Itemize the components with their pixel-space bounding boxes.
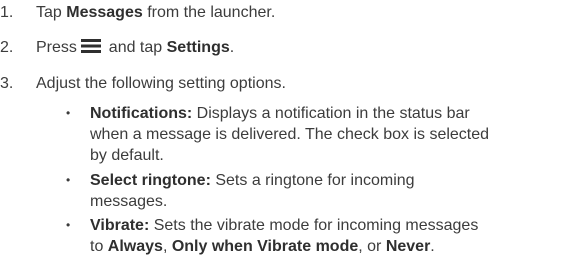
settings-label: Settings: [166, 39, 230, 56]
option-never: Never: [385, 238, 431, 255]
bullet-text: Select ringtone: Sets a ringtone for inc…: [90, 172, 415, 210]
option-always: Always: [107, 238, 163, 255]
option-only-when-vibrate-mode: Only when Vibrate mode: [171, 238, 359, 255]
bullet-dot: •: [66, 173, 71, 187]
bullet-title: Select ringtone:: [90, 172, 211, 189]
step-text: Tap Messages from the launcher.: [36, 4, 276, 21]
step-number: 1.: [0, 4, 14, 21]
step-text: Adjust the following setting options.: [36, 75, 286, 92]
messages-label: Messages: [66, 4, 143, 21]
bullet-title: Vibrate:: [90, 217, 150, 234]
step-number: 3.: [0, 75, 14, 92]
bullet-dot: •: [66, 218, 71, 232]
bullet-title: Notifications:: [90, 105, 193, 122]
bullet-dot: •: [66, 106, 71, 120]
bullet-text: Vibrate: Sets the vibrate mode for incom…: [90, 217, 479, 255]
menu-icon: [81, 39, 102, 53]
bullet-text: Notifications: Displays a notification i…: [90, 105, 490, 164]
step-text: Press and tap Settings.: [36, 39, 235, 56]
step-number: 2.: [0, 39, 14, 56]
